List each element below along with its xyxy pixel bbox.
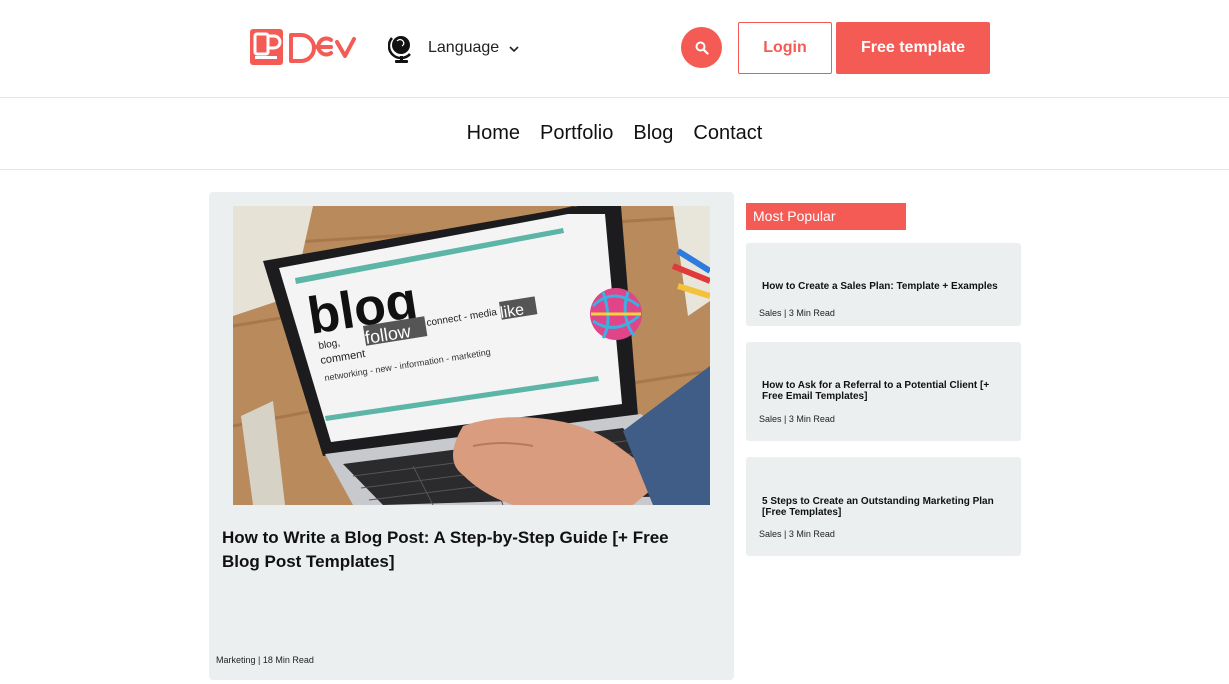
popular-post-meta: Sales | 3 Min Read xyxy=(759,308,835,318)
language-label: Language xyxy=(428,39,500,56)
chevron-down-icon xyxy=(509,46,519,53)
popular-post-meta: Sales | 3 Min Read xyxy=(759,529,835,539)
main-nav: Home Portfolio Blog Contact xyxy=(0,98,1229,170)
nav-item-portfolio[interactable]: Portfolio xyxy=(540,122,613,145)
popular-post-title[interactable]: How to Create a Sales Plan: Template + E… xyxy=(762,281,1007,292)
featured-post-meta: Marketing | 18 Min Read xyxy=(216,655,314,665)
globe-icon xyxy=(388,36,411,63)
pdev-logo[interactable] xyxy=(249,28,361,66)
search-button[interactable] xyxy=(681,27,722,68)
popular-post-card[interactable]: 5 Steps to Create an Outstanding Marketi… xyxy=(746,457,1021,556)
login-button[interactable]: Login xyxy=(738,22,832,74)
search-icon xyxy=(695,41,709,55)
free-template-button[interactable]: Free template xyxy=(836,22,990,74)
nav-item-blog[interactable]: Blog xyxy=(633,122,673,145)
popular-post-meta: Sales | 3 Min Read xyxy=(759,414,835,424)
nav-item-home[interactable]: Home xyxy=(467,122,520,145)
top-bar: Language Login Free template xyxy=(0,0,1229,98)
nav-item-contact[interactable]: Contact xyxy=(693,122,762,145)
most-popular-heading: Most Popular xyxy=(746,203,906,230)
featured-post-image[interactable]: blog blog, follow comment connect - medi… xyxy=(233,206,710,505)
featured-post-title[interactable]: How to Write a Blog Post: A Step-by-Step… xyxy=(222,526,702,574)
popular-post-card[interactable]: How to Ask for a Referral to a Potential… xyxy=(746,342,1021,441)
popular-post-title[interactable]: How to Ask for a Referral to a Potential… xyxy=(762,380,1007,402)
popular-post-title[interactable]: 5 Steps to Create an Outstanding Marketi… xyxy=(762,496,1007,518)
featured-post-card[interactable]: blog blog, follow comment connect - medi… xyxy=(209,192,734,680)
popular-post-card[interactable]: How to Create a Sales Plan: Template + E… xyxy=(746,243,1021,326)
language-selector[interactable]: Language xyxy=(388,32,520,64)
